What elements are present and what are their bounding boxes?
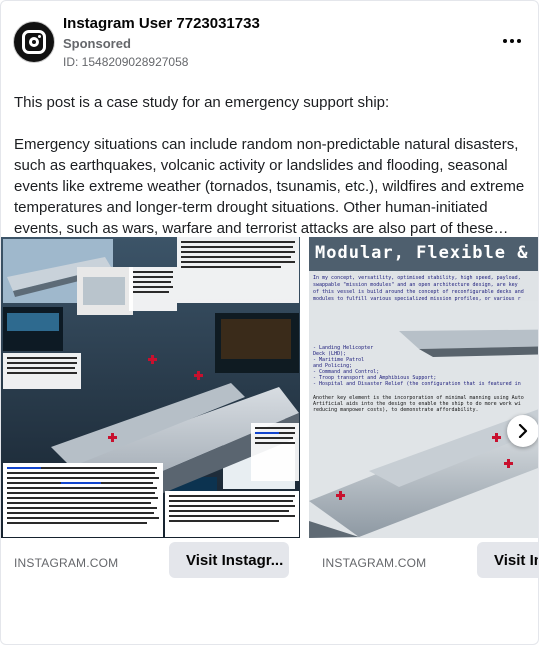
image-text-line: of this vessel is build around the conce… [313,289,524,295]
image-text-line: swappable "mission modules" and an open … [313,282,518,288]
image-title: Modular, Flexible & Versa [315,243,538,263]
post-header: Instagram User 7723031733 Sponsored ID: … [13,11,528,77]
chevron-right-icon[interactable] [507,415,538,447]
carousel-image[interactable] [1,237,300,538]
carousel-card[interactable]: Modular, Flexible & Versa In my concept,… [309,237,538,587]
avatar[interactable] [13,21,55,63]
visit-instagram-button[interactable]: Visit Ins [477,542,538,578]
post-body: This post is a case study for an emergen… [14,92,527,239]
image-footer-line: reducing manpower costs), to demonstrate… [313,407,479,413]
visit-instagram-button[interactable]: Visit Instagr... [169,542,289,578]
ad-card: Instagram User 7723031733 Sponsored ID: … [0,0,539,645]
carousel-card[interactable]: INSTAGRAM.COM Visit Instagr... [1,237,300,587]
account-name[interactable]: Instagram User 7723031733 [63,15,260,32]
image-list-line: - Hospital and Disaster Relief (the conf… [313,381,521,387]
ad-id: ID: 1548209028927058 [63,55,189,69]
ship-illustration [1,237,300,538]
more-horizontal-icon[interactable] [500,33,524,49]
post-text: Emergency situations can include random … [14,136,525,237]
card-domain: INSTAGRAM.COM [322,556,427,570]
instagram-logo-icon [22,30,46,54]
carousel-image[interactable]: Modular, Flexible & Versa In my concept,… [309,237,538,538]
card-domain: INSTAGRAM.COM [14,556,119,570]
image-text-line: In my concept, versatility, optimised st… [313,275,521,281]
post-intro: This post is a case study for an emergen… [14,94,390,111]
ad-carousel: INSTAGRAM.COM Visit Instagr... Modular, … [1,237,538,587]
sponsored-label: Sponsored [63,36,131,51]
ship-illustration [309,301,538,538]
